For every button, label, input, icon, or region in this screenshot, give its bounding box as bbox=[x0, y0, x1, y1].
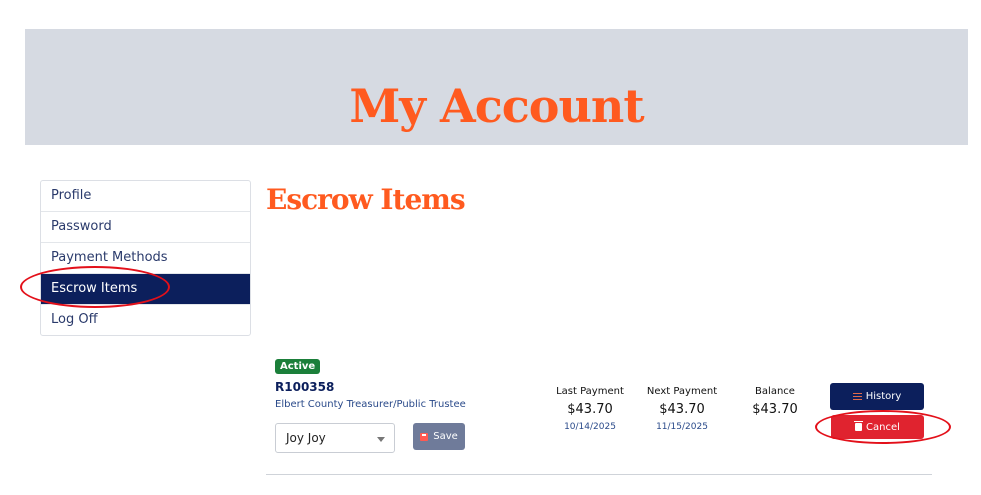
page-title: My Account bbox=[349, 79, 644, 133]
account-sidebar: Profile Password Payment Methods Escrow … bbox=[40, 180, 251, 336]
payment-method-select[interactable]: Joy Joy bbox=[275, 423, 395, 453]
last-payment-date: 10/14/2025 bbox=[564, 422, 616, 432]
payment-method-select-value: Joy Joy bbox=[286, 431, 326, 445]
history-button-label: History bbox=[865, 391, 902, 402]
sidebar-item-password[interactable]: Password bbox=[41, 212, 250, 243]
list-icon bbox=[852, 393, 862, 400]
balance-amount: $43.70 bbox=[752, 402, 798, 417]
chevron-down-icon bbox=[377, 437, 385, 442]
cancel-button[interactable]: Cancel bbox=[831, 415, 924, 439]
next-payment-date: 11/15/2025 bbox=[656, 422, 708, 432]
status-badge: Active bbox=[275, 359, 321, 374]
section-title: Escrow Items bbox=[266, 183, 466, 216]
next-payment-label: Next Payment bbox=[646, 386, 718, 397]
history-button[interactable]: History bbox=[830, 383, 924, 410]
trash-icon bbox=[854, 421, 864, 431]
page-header-banner: My Account bbox=[25, 29, 968, 145]
cancel-button-label: Cancel bbox=[866, 421, 900, 433]
next-payment-amount: $43.70 bbox=[659, 402, 705, 417]
last-payment-label: Last Payment bbox=[556, 386, 624, 397]
save-button[interactable]: Save bbox=[413, 423, 465, 450]
save-button-label: Save bbox=[433, 431, 458, 442]
sidebar-item-profile[interactable]: Profile bbox=[41, 181, 250, 212]
escrow-item-id: R100358 bbox=[275, 380, 335, 394]
balance-column: Balance $43.70 bbox=[746, 386, 804, 417]
balance-label: Balance bbox=[755, 386, 795, 397]
last-payment-amount: $43.70 bbox=[567, 402, 613, 417]
sidebar-item-log-off[interactable]: Log Off bbox=[41, 305, 250, 335]
save-icon bbox=[420, 432, 429, 441]
sidebar-item-escrow-items[interactable]: Escrow Items bbox=[41, 274, 250, 305]
next-payment-column: Next Payment $43.70 11/15/2025 bbox=[644, 386, 720, 432]
escrow-item-organization: Elbert County Treasurer/Public Trustee bbox=[275, 399, 466, 410]
sidebar-item-payment-methods[interactable]: Payment Methods bbox=[41, 243, 250, 274]
last-payment-column: Last Payment $43.70 10/14/2025 bbox=[553, 386, 627, 432]
item-divider bbox=[266, 474, 932, 475]
